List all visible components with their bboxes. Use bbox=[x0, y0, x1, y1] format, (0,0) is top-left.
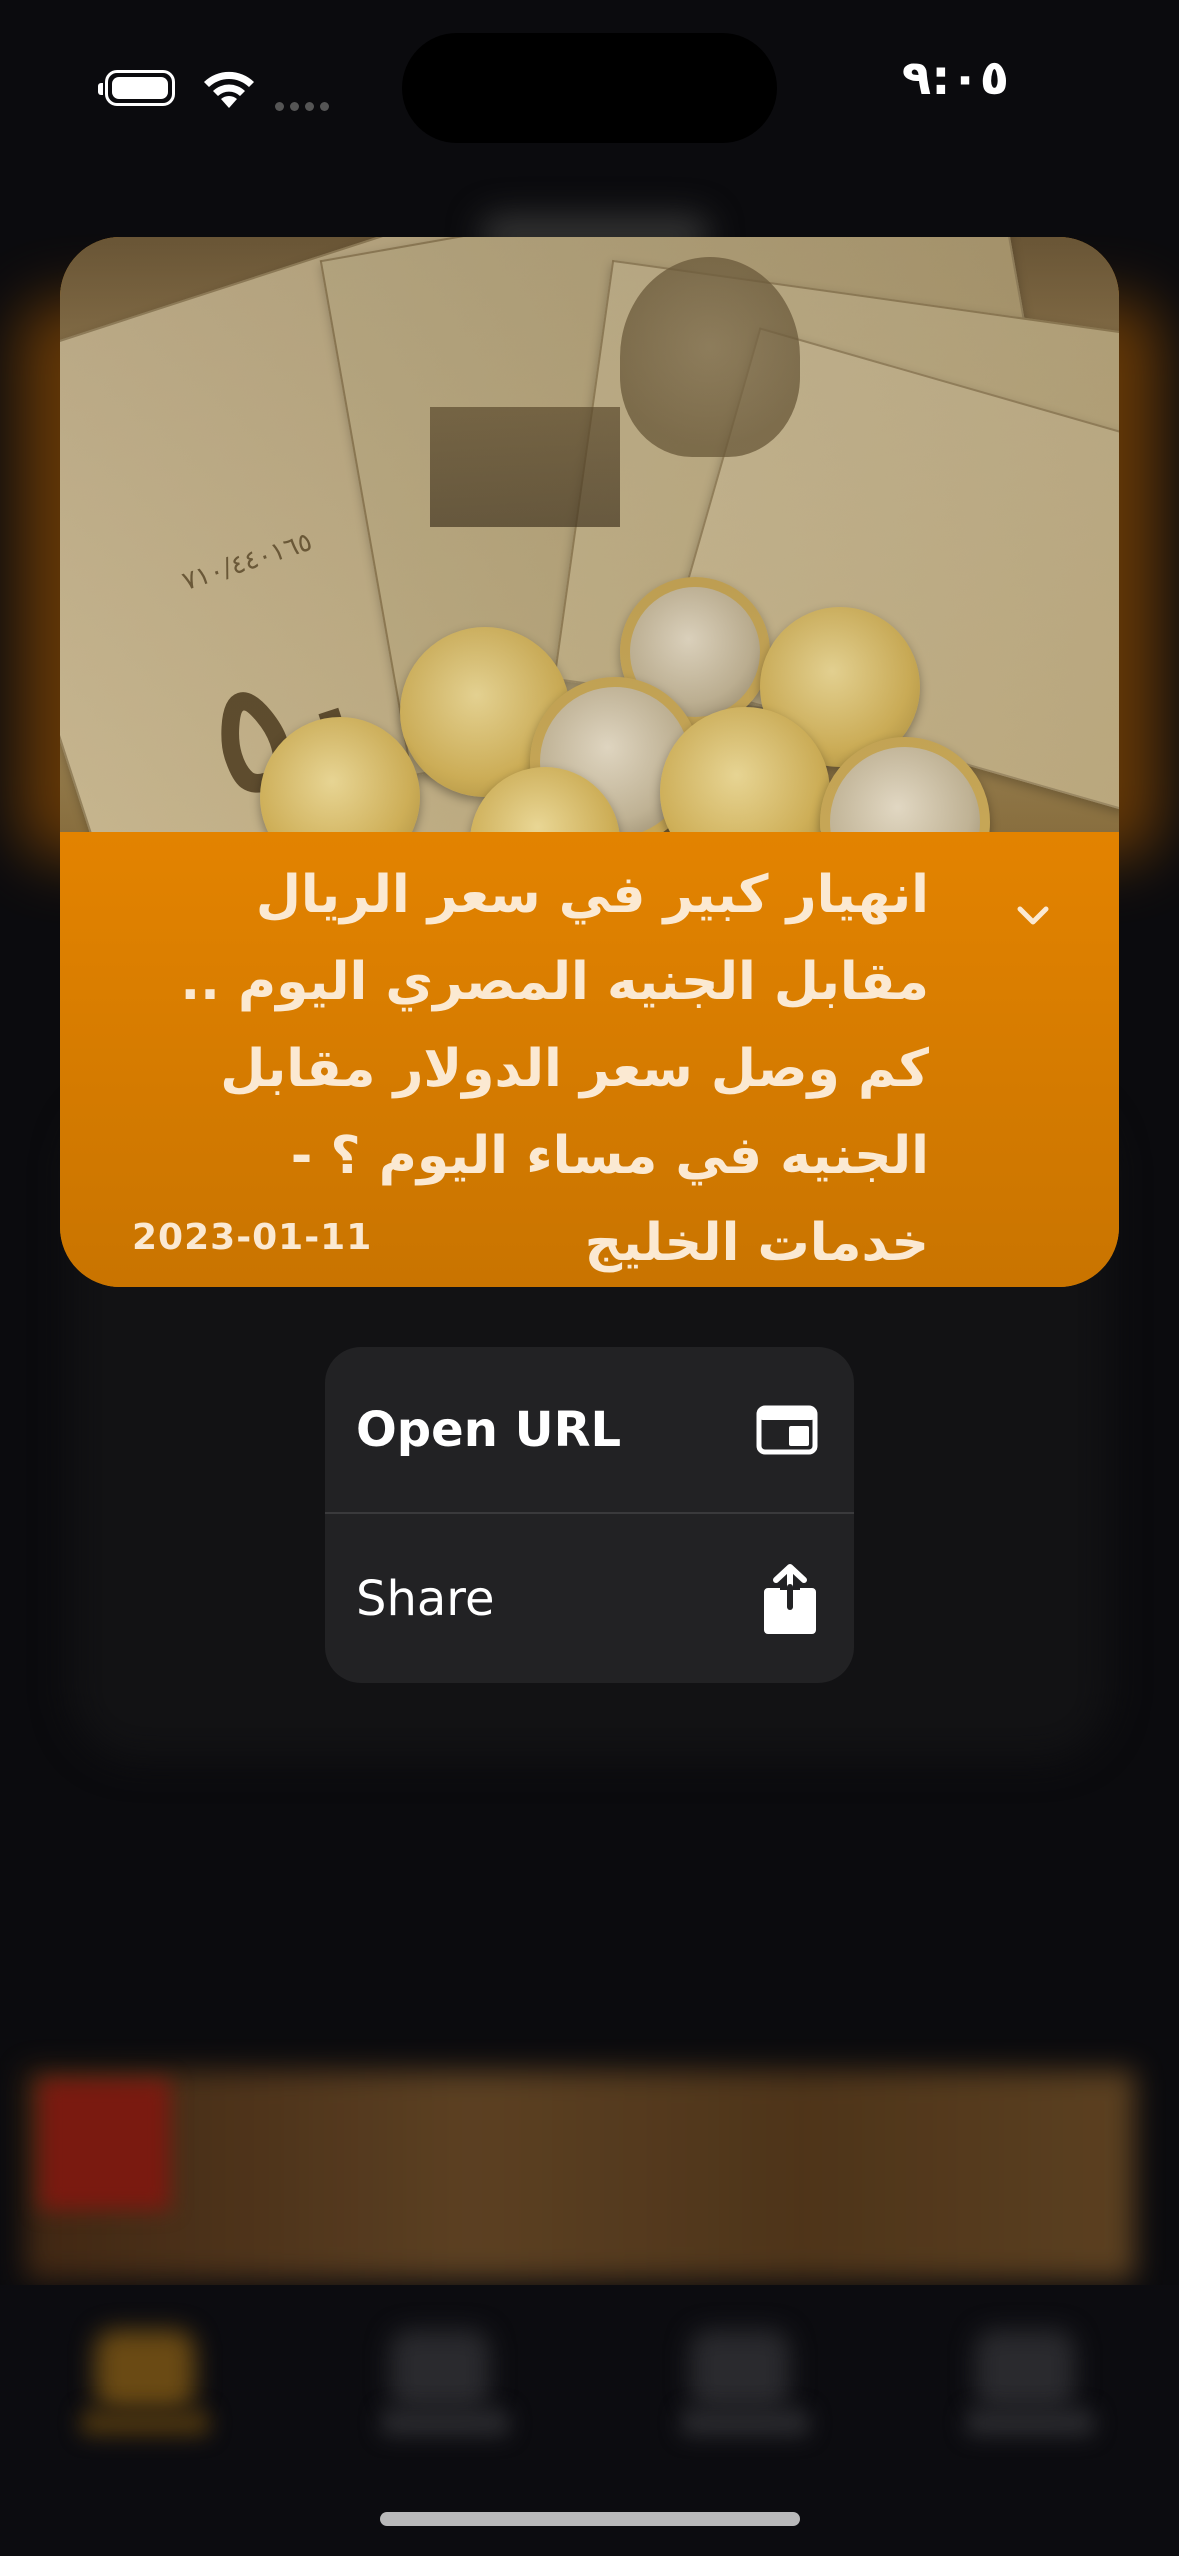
background-tab-icon bbox=[975, 2330, 1075, 2410]
share-menu-item[interactable]: Share bbox=[325, 1515, 854, 1682]
open-url-label: Open URL bbox=[356, 1401, 622, 1458]
browser-window-icon bbox=[756, 1405, 818, 1454]
background-tab-label bbox=[680, 2410, 810, 2436]
status-bar: ٩:٠٥ bbox=[0, 0, 1179, 150]
battery-icon bbox=[98, 70, 175, 106]
background-tab-icon bbox=[390, 2330, 490, 2410]
article-image: ٧١٠/٤٤٠١٦٥ ٥٠ bbox=[60, 237, 1119, 832]
open-url-menu-item[interactable]: Open URL bbox=[325, 1347, 854, 1514]
article-date: 2023-01-11 bbox=[132, 1217, 373, 1258]
share-icon bbox=[764, 1563, 816, 1634]
background-tab-label bbox=[965, 2410, 1095, 2436]
cellular-signal-icon bbox=[275, 96, 335, 115]
context-menu: Open URL Share bbox=[325, 1347, 854, 1683]
background-tab-label bbox=[80, 2410, 210, 2436]
background-news-card bbox=[25, 2070, 1135, 2280]
status-time: ٩:٠٥ bbox=[901, 50, 1009, 106]
background-tab-icon bbox=[690, 2330, 790, 2410]
news-preview-card[interactable]: ٧١٠/٤٤٠١٦٥ ٥٠ انهيار كبير في سعر الريال … bbox=[60, 237, 1119, 1287]
share-label: Share bbox=[356, 1570, 495, 1627]
background-source-logo bbox=[40, 2080, 170, 2210]
article-info-panel: انهيار كبير في سعر الريال مقابل الجنيه ا… bbox=[60, 832, 1119, 1287]
background-tab-label bbox=[380, 2410, 510, 2436]
dynamic-island bbox=[402, 33, 777, 143]
wifi-icon bbox=[204, 71, 254, 108]
home-indicator[interactable] bbox=[380, 2512, 800, 2526]
background-tab-icon bbox=[95, 2330, 195, 2410]
chevron-down-icon[interactable] bbox=[1010, 892, 1056, 938]
